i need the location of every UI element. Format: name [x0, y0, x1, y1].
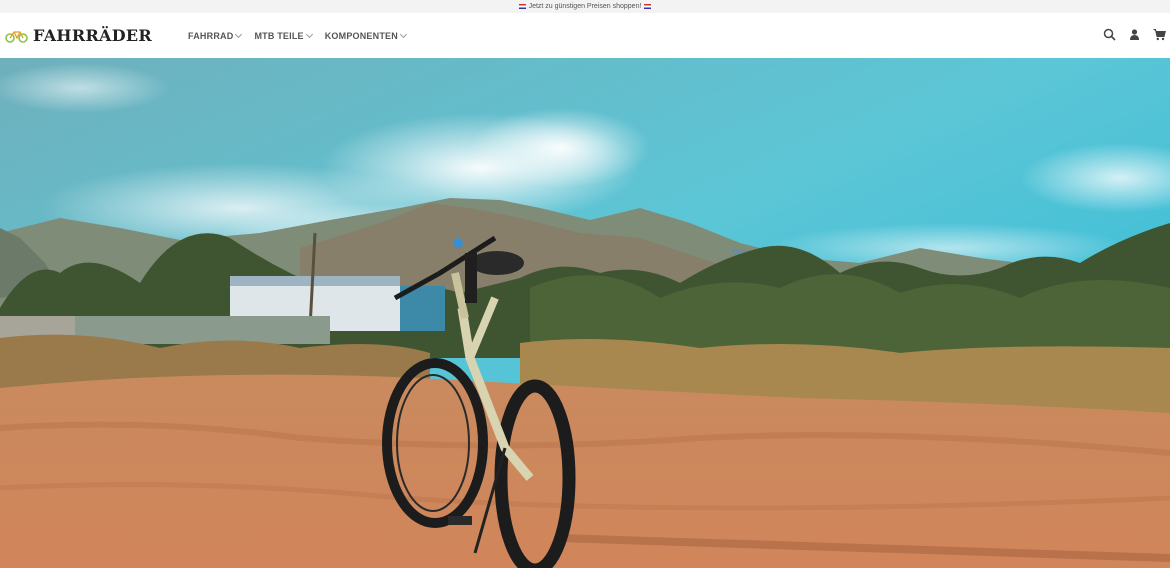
nav-item-label: FAHRRAD: [188, 30, 234, 41]
chevron-down-icon: [235, 30, 243, 39]
bike-logo-icon: [5, 30, 28, 43]
logo-text: FAHRRÄDER: [33, 26, 153, 45]
flag-icon: [644, 4, 652, 9]
hero-image: [0, 58, 1170, 568]
nav-item-label: MTB TEILE: [254, 30, 304, 41]
header-icons: [1103, 28, 1166, 41]
nav-item-komponenten[interactable]: KOMPONENTEN: [324, 30, 407, 41]
main-nav: FAHRRAD MTB TEILE KOMPONENTEN: [188, 30, 407, 41]
announcement-bar: Jetzt zu günstigen Preisen shoppen!: [0, 0, 1170, 13]
nav-item-fahrrad[interactable]: FAHRRAD: [188, 30, 243, 41]
hero-banner[interactable]: [0, 58, 1170, 568]
nav-item-label: KOMPONENTEN: [324, 30, 398, 41]
site-header: FAHRRÄDER FAHRRAD MTB TEILE KOMPONENTEN: [0, 13, 1170, 58]
chevron-down-icon: [399, 30, 407, 39]
chevron-down-icon: [305, 30, 313, 39]
cart-icon[interactable]: [1153, 28, 1166, 41]
announcement-text: Jetzt zu günstigen Preisen shoppen!: [528, 3, 642, 10]
flag-icon: [518, 4, 526, 9]
account-icon[interactable]: [1128, 28, 1141, 41]
logo[interactable]: FAHRRÄDER: [5, 26, 152, 45]
nav-item-mtb-teile[interactable]: MTB TEILE: [254, 30, 313, 41]
search-icon[interactable]: [1103, 28, 1116, 41]
